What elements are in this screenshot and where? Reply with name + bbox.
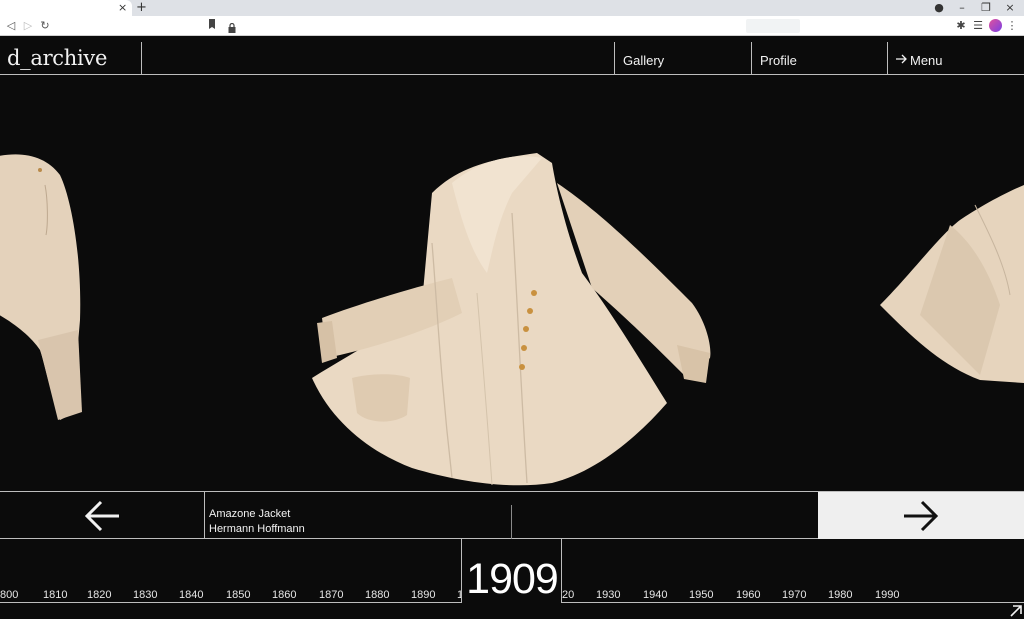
timeline-decade[interactable]: 1980: [828, 589, 852, 601]
timeline-decade[interactable]: 1880: [365, 589, 389, 601]
timeline-decade[interactable]: 1890: [411, 589, 435, 601]
timeline-decade[interactable]: 1840: [179, 589, 203, 601]
timeline-decade[interactable]: 1870: [319, 589, 343, 601]
profile-badge-icon[interactable]: ●: [929, 0, 949, 16]
browser-tab[interactable]: ×: [0, 0, 132, 16]
site-header: d_archive Gallery Profile Menu: [0, 42, 1024, 75]
minimize-icon[interactable]: –: [952, 0, 972, 16]
arrow-left-icon: [84, 500, 119, 531]
back-icon[interactable]: ◁: [4, 18, 18, 34]
close-window-icon[interactable]: ×: [1000, 0, 1020, 16]
timeline-decade[interactable]: 1810: [43, 589, 67, 601]
address-bar[interactable]: [224, 18, 802, 34]
arrow-right-icon: [904, 500, 939, 531]
timeline-decade[interactable]: 1940: [643, 589, 667, 601]
lock-icon: [228, 20, 236, 38]
gallery-stage: [0, 75, 1024, 491]
timeline-decade[interactable]: 1850: [226, 589, 250, 601]
arrow-right-icon: [896, 54, 907, 64]
timeline-decade[interactable]: 1830: [133, 589, 157, 601]
restore-icon[interactable]: ❐: [976, 0, 996, 16]
current-year-marker[interactable]: 1909: [461, 539, 562, 603]
browser-tabstrip: × + ● – ❐ ×: [0, 0, 1024, 16]
nav-gallery[interactable]: Gallery: [614, 42, 751, 74]
timeline-decade[interactable]: 1990: [875, 589, 899, 601]
header-spacer: [141, 42, 614, 74]
address-bar-chip: [746, 19, 800, 33]
new-tab-icon[interactable]: +: [136, 0, 147, 16]
timeline-decade[interactable]: 1860: [272, 589, 296, 601]
item-caption: Amazone Jacket Hermann Hoffmann: [209, 507, 305, 537]
next-item-button[interactable]: [818, 492, 1024, 539]
item-designer[interactable]: Hermann Hoffmann: [209, 522, 305, 537]
garment-image-current[interactable]: [312, 153, 712, 489]
site-logo[interactable]: d_archive: [7, 46, 107, 70]
garment-image-previous[interactable]: [0, 150, 90, 425]
nav-profile[interactable]: Profile: [751, 42, 888, 74]
nav-menu[interactable]: Menu: [887, 42, 1024, 74]
expand-arrow-icon[interactable]: [1009, 604, 1023, 618]
timeline-decade[interactable]: 20: [562, 589, 574, 601]
extensions-icon[interactable]: ✱: [954, 18, 968, 34]
timeline-decade[interactable]: 800: [0, 589, 18, 601]
timeline-decade[interactable]: 1820: [87, 589, 111, 601]
tab-close-icon[interactable]: ×: [118, 1, 127, 15]
bookmark-icon[interactable]: [205, 18, 219, 34]
caption-divider: [511, 505, 512, 539]
item-caption-bar: Amazone Jacket Hermann Hoffmann: [0, 491, 1024, 539]
browser-toolbar: ◁ ▷ ↻ ✱ ☰ ⋮: [0, 16, 1024, 36]
year-timeline[interactable]: 800 1810 1820 1830 1840 1850 1860 1870 1…: [0, 539, 1024, 603]
forward-icon[interactable]: ▷: [21, 18, 35, 34]
timeline-decade[interactable]: 1960: [736, 589, 760, 601]
reload-icon[interactable]: ↻: [38, 18, 52, 34]
reading-list-icon[interactable]: ☰: [971, 18, 985, 34]
timeline-decade[interactable]: 1930: [596, 589, 620, 601]
nav-profile-label: Profile: [760, 53, 797, 68]
menu-kebab-icon[interactable]: ⋮: [1005, 18, 1019, 34]
timeline-decade[interactable]: 1950: [689, 589, 713, 601]
previous-item-button[interactable]: [0, 492, 205, 539]
timeline-decade[interactable]: 1970: [782, 589, 806, 601]
current-year: 1909: [466, 555, 559, 603]
item-title: Amazone Jacket: [209, 508, 291, 520]
avatar[interactable]: [989, 19, 1002, 32]
nav-gallery-label: Gallery: [623, 53, 665, 68]
garment-image-next[interactable]: [880, 185, 1024, 385]
